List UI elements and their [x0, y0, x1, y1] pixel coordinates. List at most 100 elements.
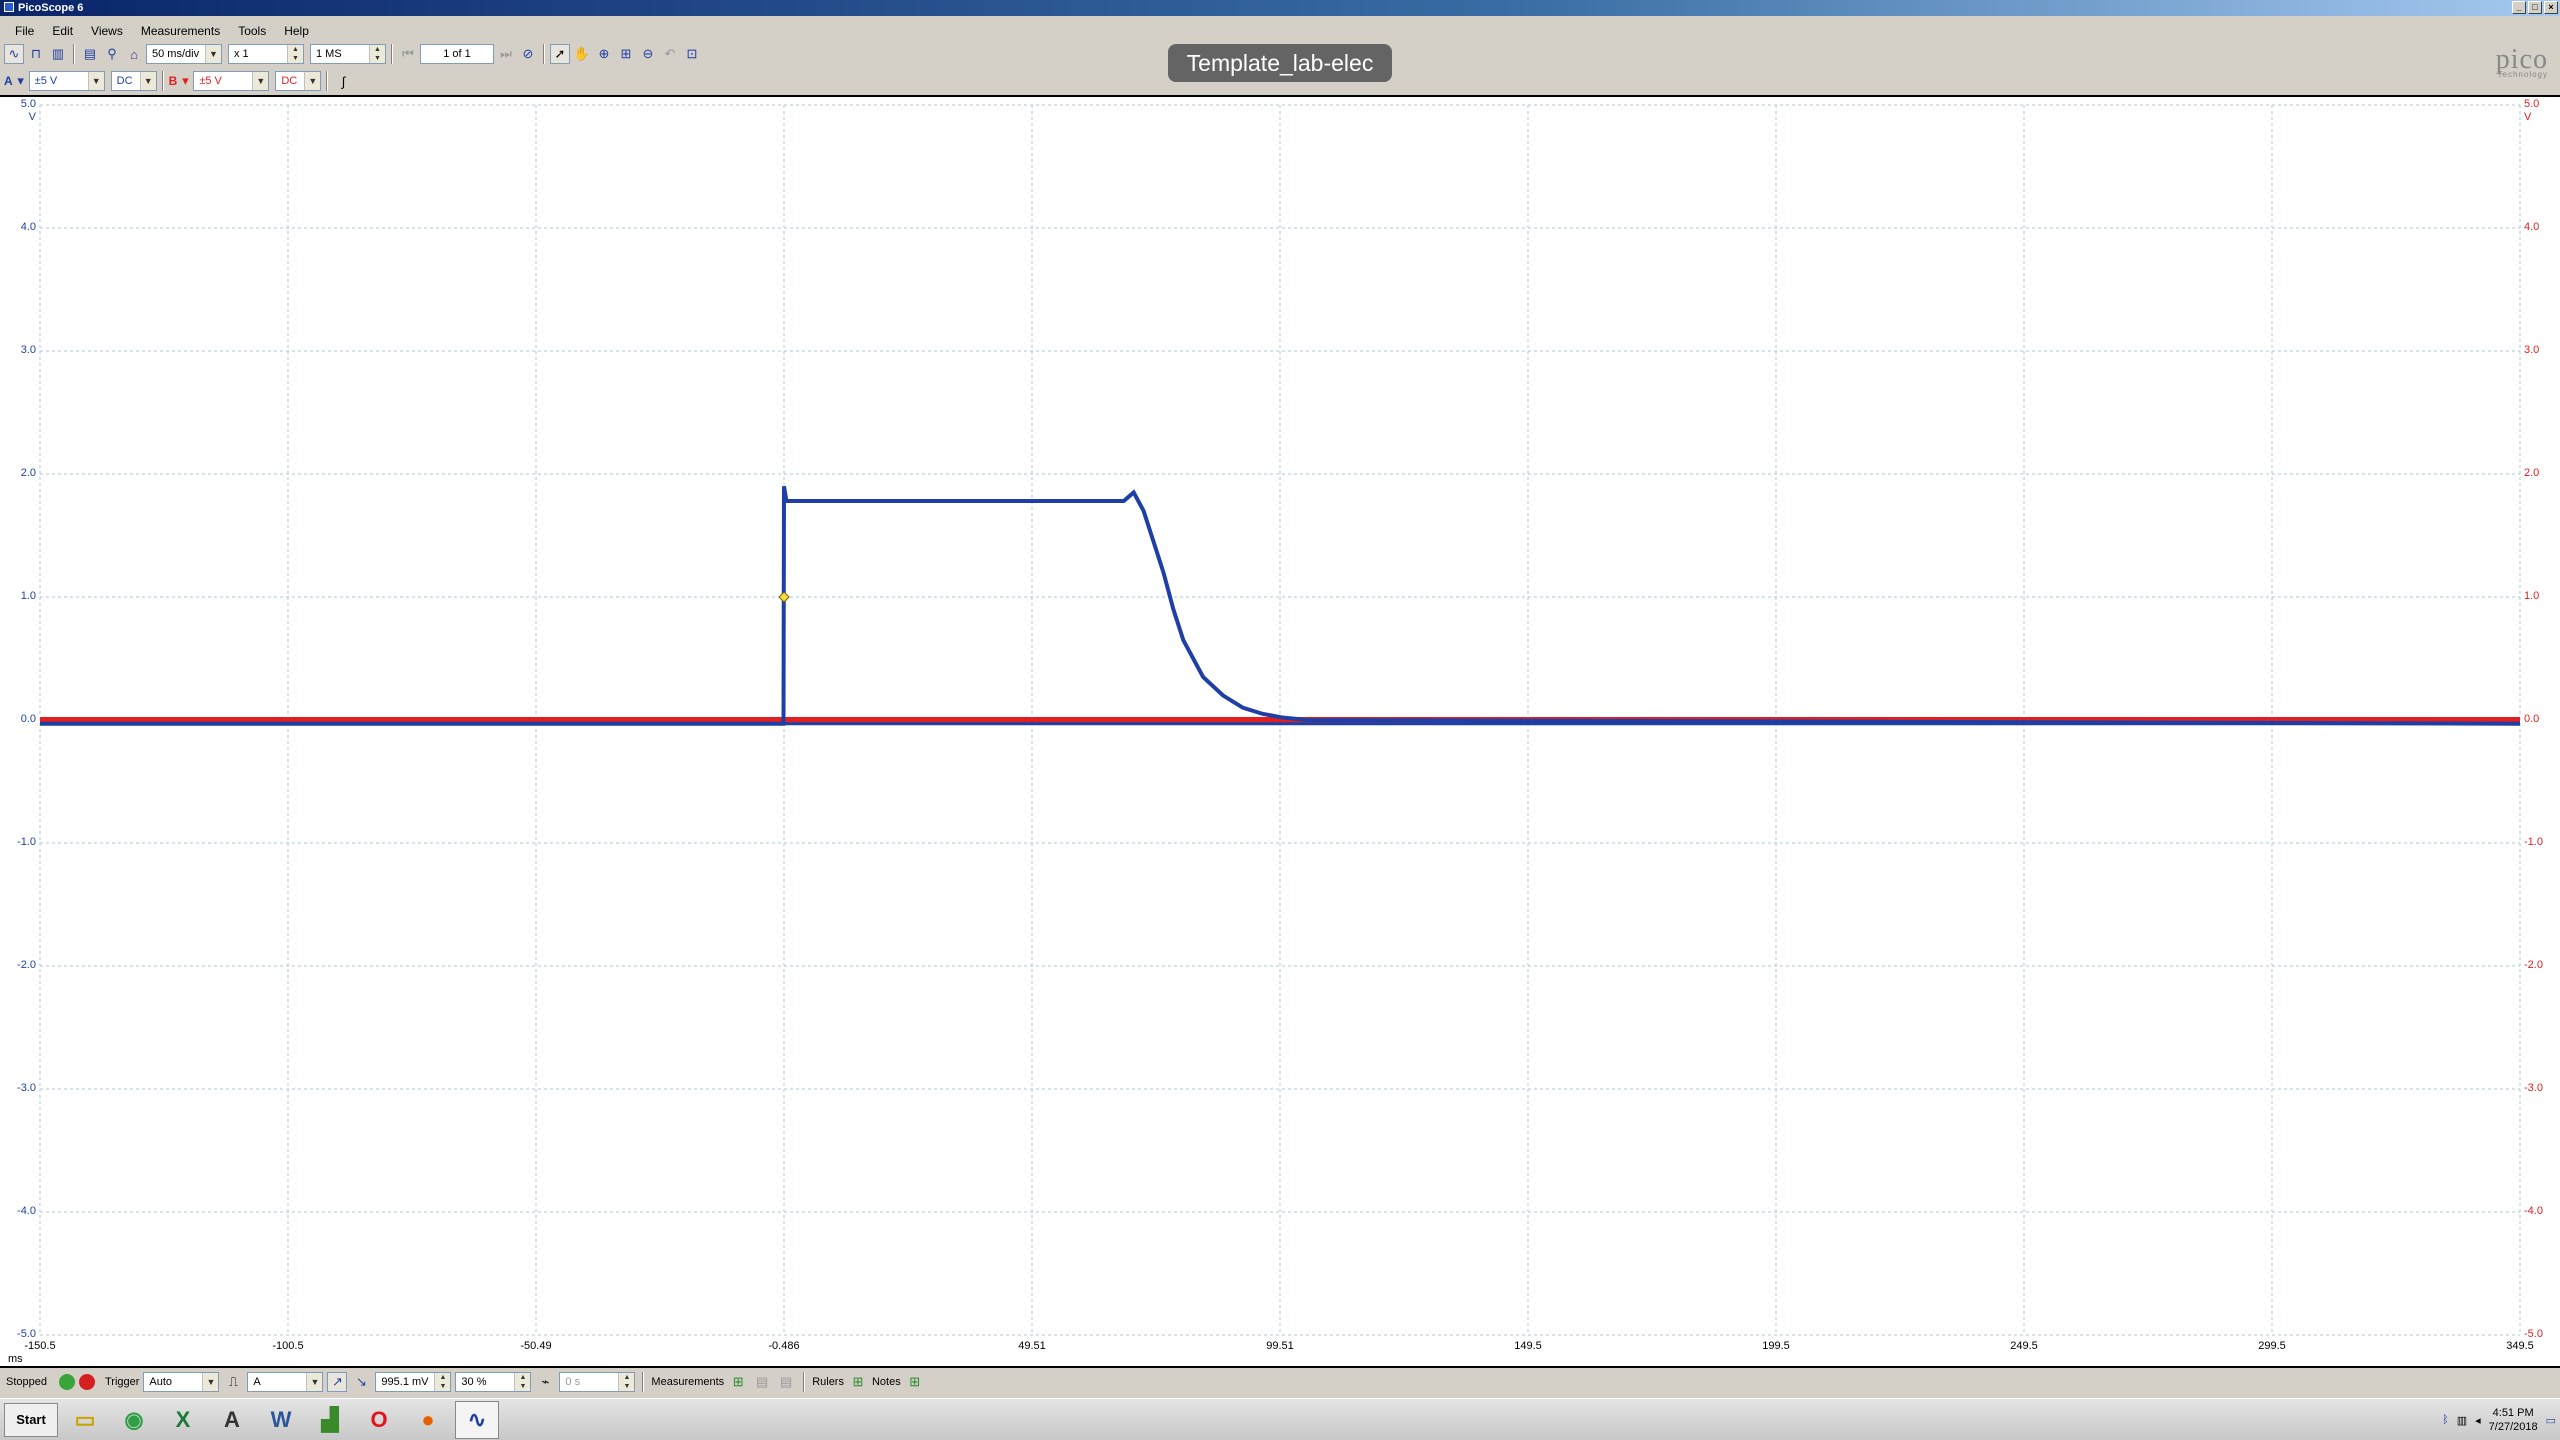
menu-tools[interactable]: Tools: [231, 22, 273, 40]
x-tick-label: 199.5: [1762, 1340, 1790, 1352]
chevron-down-icon: ▼: [304, 72, 321, 90]
channel-a-coupling: DC: [116, 75, 133, 87]
y-tick-label-right: -5.0: [2524, 1328, 2543, 1340]
network-icon[interactable]: ▥: [2457, 1414, 2467, 1427]
zoom-spinner[interactable]: x 1 ▲ ▼: [228, 44, 304, 64]
zoom-in-icon[interactable]: ⊕: [594, 44, 614, 64]
menu-measurements[interactable]: Measurements: [134, 22, 227, 40]
menu-file[interactable]: File: [8, 22, 41, 40]
rising-edge-icon[interactable]: ↗: [327, 1372, 348, 1392]
stop-capture-icon[interactable]: [78, 1374, 95, 1390]
buffer-navigator-icon[interactable]: ⊘: [518, 44, 538, 64]
channel-a-coupling-select[interactable]: DC ▼: [110, 71, 157, 91]
file-explorer-icon[interactable]: ▭: [63, 1401, 107, 1439]
menu-edit[interactable]: Edit: [45, 22, 80, 40]
firefox-icon[interactable]: ●: [406, 1401, 450, 1439]
channel-a-options-icon[interactable]: ▾: [15, 71, 27, 91]
math-channel-icon[interactable]: ∫: [333, 71, 353, 91]
clock-date: 7/27/2018: [2488, 1421, 2538, 1433]
notes-icon[interactable]: ⊞: [905, 1372, 925, 1392]
maximize-button[interactable]: □: [2528, 1, 2542, 14]
spectrum-mode-icon[interactable]: ▥: [48, 44, 68, 64]
first-buffer-icon[interactable]: ⏮: [398, 44, 418, 64]
x-unit: ms: [8, 1353, 23, 1365]
zoom-overview-icon[interactable]: ⊡: [682, 44, 702, 64]
hand-tool-icon[interactable]: ✋: [572, 44, 592, 64]
samples-value: 1 MS: [316, 48, 342, 60]
chevron-down-icon: ▼: [205, 45, 221, 63]
probe-icon[interactable]: ⚲: [102, 44, 122, 64]
channel-b-range-select[interactable]: ±5 V ▼: [193, 71, 270, 91]
y-tick-label-right: 0.0: [2524, 713, 2540, 725]
add-measurement-icon[interactable]: ⊞: [728, 1372, 748, 1392]
rulers-icon[interactable]: ⊞: [848, 1372, 868, 1392]
clock-time: 4:51 PM: [2492, 1407, 2534, 1419]
last-buffer-icon[interactable]: ⏭: [496, 44, 516, 64]
channel-toolbar: A ▾ ±5 V ▼ DC ▼ B ▾ ±5 V ▼ DC ▼ ∫: [0, 69, 2560, 93]
channel-a-range-select[interactable]: ±5 V ▼: [28, 71, 105, 91]
y-tick-label-right: -1.0: [2524, 836, 2543, 848]
falling-edge-icon[interactable]: ↘: [351, 1372, 371, 1392]
word-icon[interactable]: W: [259, 1401, 303, 1439]
start-button[interactable]: Start: [4, 1402, 58, 1437]
buffer-counter[interactable]: 1 of 1: [420, 44, 494, 64]
delay-value: 0 s: [565, 1376, 581, 1388]
pointer-tool-icon[interactable]: ➚: [550, 44, 570, 64]
channel-b-coupling: DC: [281, 75, 298, 87]
trigger-marker-icon: [778, 591, 790, 603]
show-desktop-icon[interactable]: ▭: [2546, 1414, 2556, 1427]
trigger-source-select[interactable]: A ▼: [247, 1372, 324, 1392]
scope-view[interactable]: 5.0 4.0 3.0 2.0 1.0 0.0 -1.0 -2.0 -3.0 -4.0 -5.0 5…: [0, 95, 2560, 1368]
menu-help[interactable]: Help: [277, 22, 316, 40]
toolbar-divider: [803, 1372, 806, 1392]
y-tick-label-right: 3.0: [2524, 344, 2540, 356]
post-trigger-icon[interactable]: ⌁: [535, 1372, 555, 1392]
bluetooth-icon[interactable]: ᛒ: [2442, 1414, 2449, 1426]
pretrigger-spinner[interactable]: 30 % ▲ ▼: [455, 1372, 532, 1392]
toolbar-divider: [326, 71, 329, 91]
channel-options-icon[interactable]: ▤: [80, 44, 100, 64]
zoom-region-icon[interactable]: ⊞: [616, 44, 636, 64]
start-capture-icon[interactable]: [58, 1374, 75, 1390]
menu-views[interactable]: Views: [84, 22, 130, 40]
channel-b-options-icon[interactable]: ▾: [179, 71, 191, 91]
chart-app-icon[interactable]: ▟: [308, 1401, 352, 1439]
volume-icon[interactable]: ◂: [2475, 1414, 2481, 1427]
trigger-label: Trigger: [104, 1376, 140, 1388]
samples-spinner[interactable]: 1 MS ▲ ▼: [310, 44, 386, 64]
threshold-spinner[interactable]: 995.1 mV ▲ ▼: [375, 1372, 452, 1392]
y-tick-label-left: -5.0: [17, 1328, 36, 1340]
trigger-mode-select[interactable]: Auto ▼: [143, 1372, 220, 1392]
clock[interactable]: 4:51 PM 7/27/2018: [2489, 1406, 2538, 1434]
status-bar: Stopped Trigger Auto ▼ ⎍ A ▼ ↗ ↘ 995.1 mV ▲…: [0, 1370, 2560, 1394]
channel-b-label[interactable]: B: [169, 74, 178, 88]
picoscope-taskbar-icon[interactable]: ∿: [455, 1400, 499, 1439]
scope-mode-icon[interactable]: ∿: [4, 44, 24, 64]
minimize-button[interactable]: _: [2512, 1, 2526, 14]
zoom-out-icon[interactable]: ⊖: [638, 44, 658, 64]
timebase-select[interactable]: 50 ms/div ▼: [146, 44, 222, 64]
close-button[interactable]: ×: [2544, 1, 2558, 14]
excel-icon[interactable]: X: [161, 1401, 205, 1439]
delete-measurement-icon[interactable]: ▤: [776, 1372, 796, 1392]
capture-state: Stopped: [6, 1376, 47, 1388]
chevron-down-icon: ▼: [87, 72, 104, 90]
delay-spinner[interactable]: 0 s ▲ ▼: [559, 1372, 636, 1392]
trigger-source: A: [253, 1376, 261, 1388]
advanced-trigger-icon[interactable]: ⎍: [223, 1372, 243, 1392]
channel-a-label[interactable]: A: [4, 74, 13, 88]
y-tick-label-right: 5.0: [2524, 98, 2540, 110]
spin-arrows-icon: ▲ ▼: [369, 45, 385, 63]
undo-zoom-icon[interactable]: ↶: [660, 44, 680, 64]
channel-b-coupling-select[interactable]: DC ▼: [275, 71, 322, 91]
autocad-icon[interactable]: A: [210, 1401, 254, 1439]
threshold-value: 995.1 mV: [381, 1376, 429, 1388]
chrome-icon[interactable]: ◉: [112, 1401, 156, 1439]
spin-arrows-icon: ▲ ▼: [287, 45, 303, 63]
chevron-down-icon: ▼: [306, 1373, 323, 1391]
home-icon[interactable]: ⌂: [124, 44, 144, 64]
x-tick-label: -150.5: [24, 1340, 56, 1352]
persistence-mode-icon[interactable]: ⊓: [26, 44, 46, 64]
edit-measurement-icon[interactable]: ▤: [752, 1372, 772, 1392]
opera-icon[interactable]: O: [357, 1401, 401, 1439]
